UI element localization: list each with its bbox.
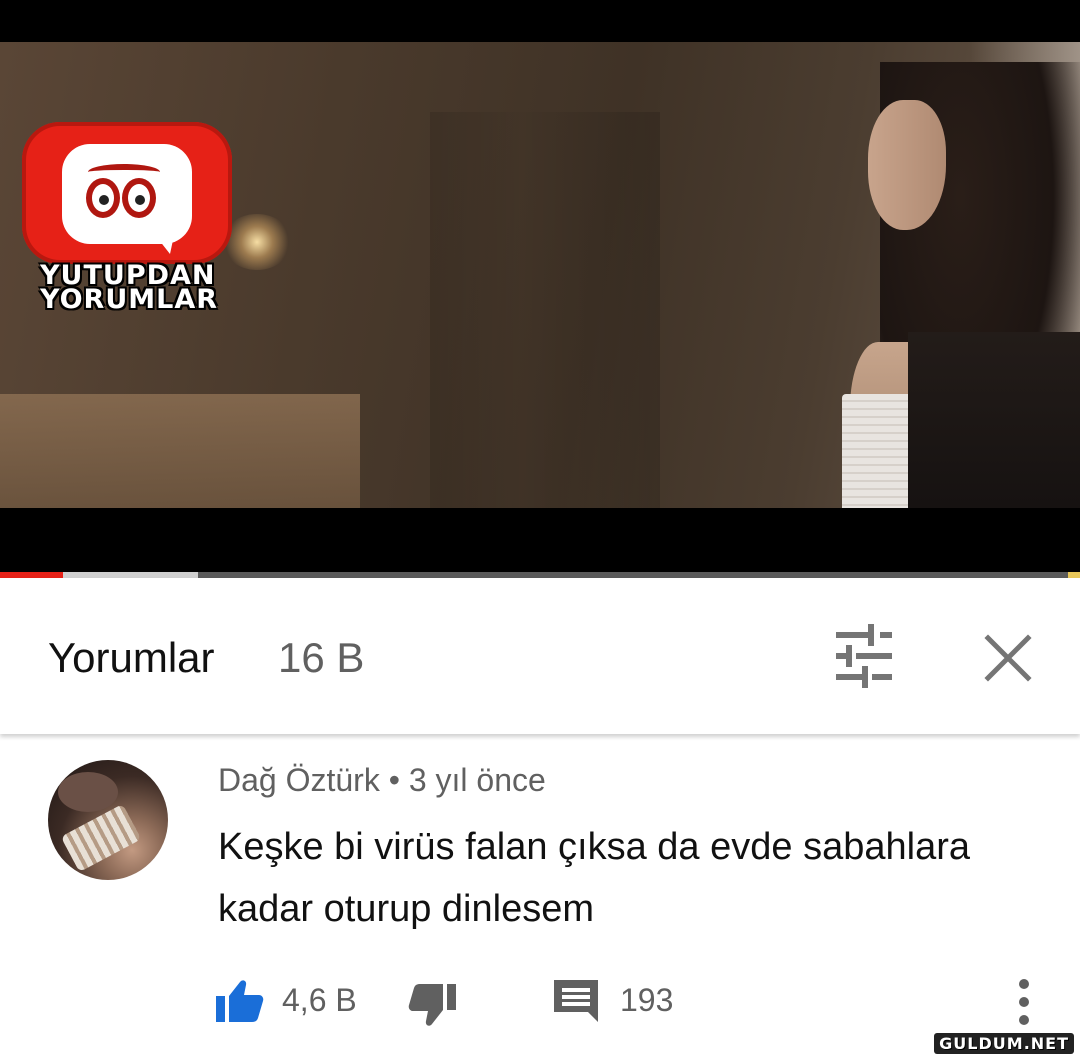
comment-meta: Dağ Öztürk • 3 yıl önce <box>218 762 546 799</box>
logo-text-line2: YORUMLAR <box>40 284 219 315</box>
video-player[interactable]: YUTUPDAN YORUMLAR <box>0 0 1080 578</box>
reply-count: 193 <box>620 982 674 1018</box>
site-watermark: GULDUM.NET <box>934 1033 1074 1054</box>
avatar[interactable] <box>48 760 168 880</box>
more-options-icon[interactable] <box>1014 976 1034 1028</box>
like-count: 4,6 B <box>282 982 357 1018</box>
comment-text: Keşke bi virüs falan çıksa da evde sabah… <box>218 826 970 930</box>
channel-logo: YUTUPDAN YORUMLAR <box>22 122 237 322</box>
logo-eye-icon <box>122 178 156 218</box>
comments-header: Yorumlar 16 B <box>0 578 1080 734</box>
meta-separator: • <box>388 762 400 798</box>
close-icon[interactable] <box>982 632 1034 684</box>
comments-count: 16 B <box>278 634 365 681</box>
comment-item: Dağ Öztürk • 3 yıl önce Keşke bi virüs f… <box>0 734 1080 1058</box>
sort-filter-icon[interactable] <box>832 624 894 688</box>
logo-eye-icon <box>86 178 120 218</box>
comment-author[interactable]: Dağ Öztürk <box>218 762 380 798</box>
thumbs-down-icon[interactable] <box>408 984 456 1028</box>
comment-time: 3 yıl önce <box>408 762 546 798</box>
video-frame[interactable]: YUTUPDAN YORUMLAR <box>0 42 1080 508</box>
thumbs-up-icon[interactable] <box>216 978 264 1022</box>
comment-actions: 4,6 B 193 <box>0 970 1080 1030</box>
reply-icon[interactable] <box>554 980 598 1022</box>
comments-title: Yorumlar <box>48 634 215 681</box>
